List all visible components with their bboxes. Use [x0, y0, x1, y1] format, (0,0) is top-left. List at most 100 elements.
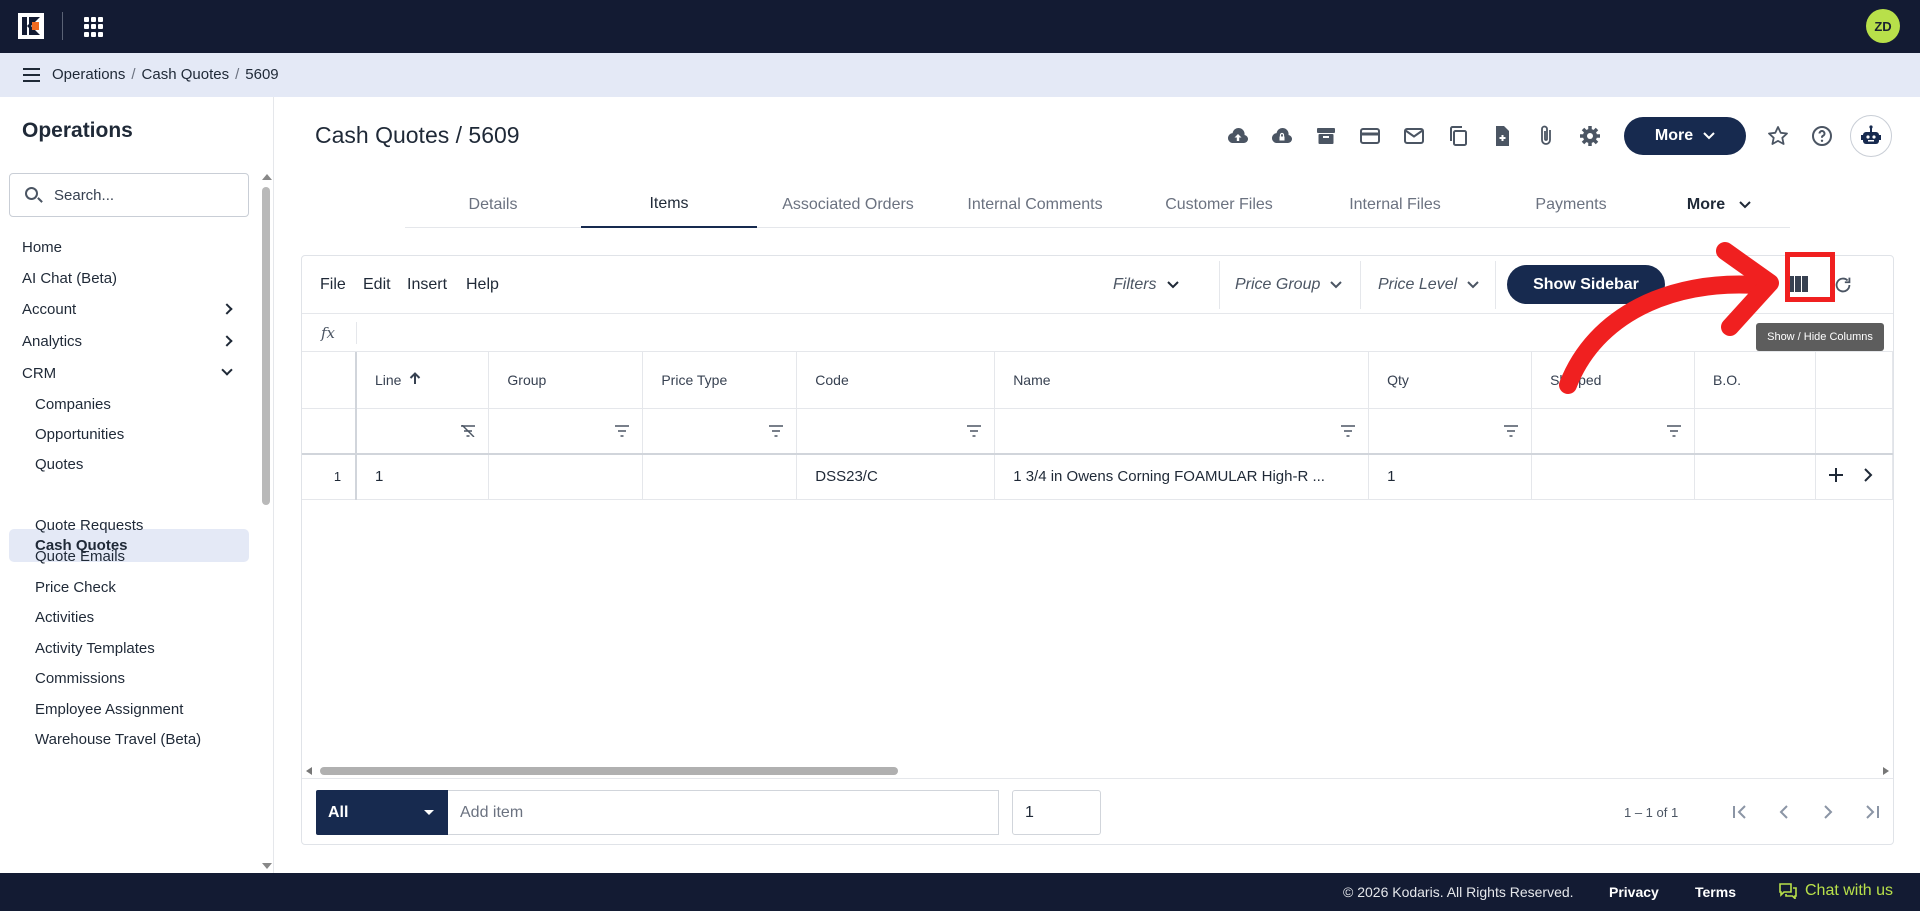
price-group-dropdown[interactable]: Price Group [1235, 276, 1343, 294]
add-item-input[interactable] [448, 791, 998, 834]
star-icon[interactable] [1766, 124, 1790, 148]
mail-icon[interactable] [1402, 124, 1426, 148]
table-row[interactable]: 1 1 DSS23/C 1 3/4 in Owens Corning FOAMU… [302, 454, 1894, 500]
column-header-code[interactable]: Code [796, 352, 996, 409]
menu-edit[interactable]: Edit [363, 276, 391, 294]
filter-icon[interactable] [614, 424, 630, 437]
filter-icon[interactable] [1666, 424, 1682, 437]
scrollbar-thumb[interactable] [320, 767, 898, 775]
filter-icon[interactable] [966, 424, 982, 437]
previous-page-button[interactable] [1772, 800, 1796, 824]
filter-cell-shipped[interactable] [1531, 408, 1695, 455]
sidebar-item-employee-assignment[interactable]: Employee Assignment [9, 693, 249, 726]
sidebar-item-warehouse-travel[interactable]: Warehouse Travel (Beta) [9, 723, 249, 756]
tab-customer-files[interactable]: Customer Files [1131, 181, 1307, 228]
menu-icon[interactable] [23, 68, 40, 82]
copy-icon[interactable] [1446, 124, 1470, 148]
sidebar-item-crm[interactable]: CRM [9, 357, 249, 390]
help-icon[interactable] [1810, 124, 1834, 148]
scroll-left-arrow[interactable] [306, 767, 312, 775]
tab-details[interactable]: Details [405, 181, 581, 228]
cell-shipped[interactable] [1531, 454, 1695, 500]
cell-line[interactable]: 1 [355, 454, 490, 500]
first-page-button[interactable] [1728, 800, 1752, 824]
cell-price-type[interactable] [642, 454, 798, 500]
chat-with-us-button[interactable]: Chat with us [1779, 882, 1893, 900]
paperclip-icon[interactable] [1534, 124, 1558, 148]
ai-assistant-button[interactable] [1850, 115, 1892, 157]
sidebar-item-account[interactable]: Account [9, 293, 249, 326]
sidebar-item-companies[interactable]: Companies [9, 388, 249, 421]
cell-name[interactable]: 1 3/4 in Owens Corning FOAMULAR High-R .… [994, 454, 1370, 500]
column-header-group[interactable]: Group [488, 352, 644, 409]
scope-select[interactable]: All [316, 790, 448, 835]
tab-internal-files[interactable]: Internal Files [1307, 181, 1483, 228]
filter-cell-name[interactable] [994, 408, 1370, 455]
filter-cell-group[interactable] [488, 408, 644, 455]
menu-help[interactable]: Help [466, 276, 499, 294]
filter-icon[interactable] [1503, 424, 1519, 437]
filter-cell-line[interactable] [355, 408, 490, 455]
horizontal-scrollbar[interactable] [302, 764, 1893, 778]
refresh-icon[interactable] [1832, 274, 1854, 296]
terms-link[interactable]: Terms [1695, 884, 1736, 900]
quantity-field[interactable] [1012, 790, 1101, 835]
cell-group[interactable] [488, 454, 644, 500]
sidebar-item-quote-emails[interactable]: Quote Emails [9, 540, 249, 573]
sidebar-search-input[interactable] [54, 184, 234, 206]
add-item-field[interactable] [448, 790, 999, 835]
add-document-icon[interactable] [1490, 124, 1514, 148]
chevron-right-icon[interactable] [1862, 467, 1874, 483]
sort-ascending-icon[interactable] [409, 371, 421, 385]
sidebar-item-commissions[interactable]: Commissions [9, 662, 249, 695]
sidebar-item-analytics[interactable]: Analytics [9, 325, 249, 358]
cloud-lock-icon[interactable] [1270, 124, 1294, 148]
more-actions-button[interactable]: More [1624, 117, 1746, 155]
filter-icon[interactable] [1340, 424, 1356, 437]
filter-off-icon[interactable] [460, 424, 476, 437]
credit-card-icon[interactable] [1358, 124, 1382, 148]
price-level-dropdown[interactable]: Price Level [1378, 276, 1479, 294]
column-header-price-type[interactable]: Price Type [642, 352, 798, 409]
scroll-down-arrow[interactable] [262, 863, 272, 869]
menu-file[interactable]: File [320, 276, 346, 294]
sidebar-item-home[interactable]: Home [9, 231, 249, 264]
column-header-name[interactable]: Name [994, 352, 1370, 409]
sidebar-item-quote-requests[interactable]: Quote Requests [9, 509, 249, 542]
filter-cell-code[interactable] [796, 408, 996, 455]
menu-insert[interactable]: Insert [407, 276, 447, 294]
filter-icon[interactable] [768, 424, 784, 437]
privacy-link[interactable]: Privacy [1609, 884, 1659, 900]
tab-associated-orders[interactable]: Associated Orders [757, 181, 939, 228]
user-avatar[interactable]: ZD [1866, 9, 1900, 43]
sidebar-item-activities[interactable]: Activities [9, 601, 249, 634]
sidebar-item-quotes[interactable]: Quotes [9, 448, 249, 481]
column-header-qty[interactable]: Qty [1368, 352, 1533, 409]
last-page-button[interactable] [1860, 800, 1884, 824]
cell-bo[interactable] [1694, 454, 1816, 500]
tab-items[interactable]: Items [581, 181, 757, 228]
column-header-line[interactable]: Line [355, 352, 490, 409]
sidebar-item-opportunities[interactable]: Opportunities [9, 418, 249, 451]
cell-code[interactable]: DSS23/C [796, 454, 996, 500]
tab-payments[interactable]: Payments [1483, 181, 1659, 228]
sidebar-item-ai-chat[interactable]: AI Chat (Beta) [9, 262, 249, 295]
quantity-input[interactable] [1013, 791, 1100, 834]
sidebar-scrollbar[interactable] [262, 177, 270, 867]
apps-grid-icon[interactable] [84, 17, 104, 37]
filters-dropdown[interactable]: Filters [1113, 276, 1179, 294]
gear-icon[interactable] [1578, 124, 1602, 148]
kodaris-logo[interactable] [18, 13, 44, 39]
sidebar-item-price-check[interactable]: Price Check [9, 571, 249, 604]
breadcrumb-cash-quotes[interactable]: Cash Quotes [142, 66, 230, 83]
tab-internal-comments[interactable]: Internal Comments [939, 181, 1131, 228]
cell-qty[interactable]: 1 [1368, 454, 1533, 500]
plus-icon[interactable] [1828, 467, 1844, 483]
sidebar-item-activity-templates[interactable]: Activity Templates [9, 632, 249, 665]
cloud-upload-icon[interactable] [1226, 124, 1250, 148]
filter-cell-price-type[interactable] [642, 408, 798, 455]
next-page-button[interactable] [1816, 800, 1840, 824]
breadcrumb-operations[interactable]: Operations [52, 66, 125, 83]
archive-icon[interactable] [1314, 124, 1338, 148]
sidebar-search[interactable] [9, 173, 249, 217]
